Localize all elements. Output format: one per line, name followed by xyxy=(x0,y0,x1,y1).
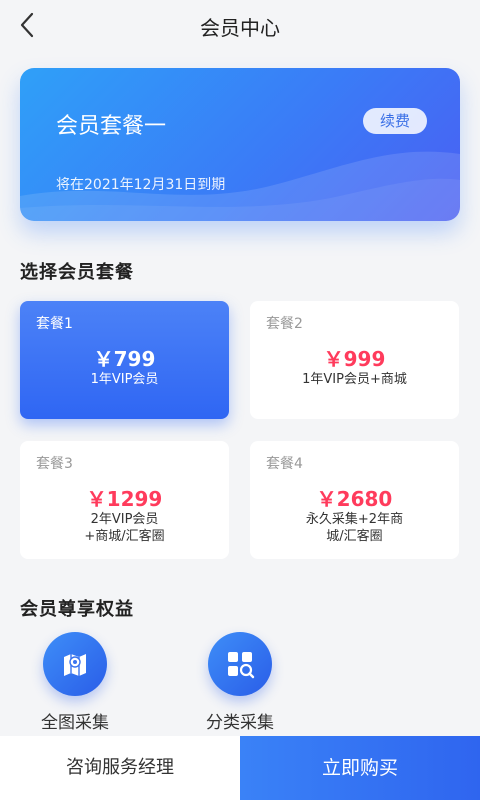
buy-now-button[interactable]: 立即购买 xyxy=(240,736,480,800)
plan-desc-line1: 1年VIP会员 xyxy=(90,372,159,387)
plan-card-4[interactable]: 套餐4 ￥2680 永久采集+2年商 城/汇客圈 xyxy=(250,441,459,559)
plan-name: 套餐3 xyxy=(36,456,73,472)
plan-price: ￥1299 xyxy=(86,487,163,511)
plan-price: ￥999 xyxy=(323,347,386,371)
benefit-label: 全图采集 xyxy=(41,713,109,733)
benefit-label: 分类采集 xyxy=(206,713,274,733)
map-pin-icon xyxy=(64,654,86,676)
plan-name: 套餐4 xyxy=(266,456,303,472)
benefits-section-title: 会员尊享权益 xyxy=(20,599,134,620)
plan-desc-line2: +商城/汇客圈 xyxy=(84,529,165,544)
consult-manager-button[interactable]: 咨询服务经理 xyxy=(0,736,240,800)
plan-price: ￥2680 xyxy=(316,487,393,511)
plan-card-3[interactable]: 套餐3 ￥1299 2年VIP会员 +商城/汇客圈 xyxy=(20,441,229,559)
plan-price: ￥799 xyxy=(93,347,156,371)
benefit-icon-circle xyxy=(43,632,107,696)
plan-name: 套餐1 xyxy=(36,316,73,332)
benefit-full-image-collect[interactable]: 全图采集 xyxy=(27,632,123,733)
expire-text: 将在2021年12月31日到期 xyxy=(56,177,226,193)
bottom-action-bar: 咨询服务经理 立即购买 xyxy=(0,736,480,800)
top-bar: 会员中心 xyxy=(0,0,480,50)
plan-name: 套餐2 xyxy=(266,316,303,332)
benefit-category-collect[interactable]: 分类采集 xyxy=(192,632,288,733)
plans-section-title: 选择会员套餐 xyxy=(20,262,134,283)
plan-card-2[interactable]: 套餐2 ￥999 1年VIP会员+商城 xyxy=(250,301,459,419)
category-search-icon xyxy=(228,652,255,679)
plan-desc-line1: 1年VIP会员+商城 xyxy=(302,372,407,387)
plan-description: 1年VIP会员 xyxy=(20,371,229,388)
plan-card-1[interactable]: 套餐1 ￥799 1年VIP会员 xyxy=(20,301,229,419)
plan-description: 2年VIP会员 +商城/汇客圈 xyxy=(20,511,229,545)
member-plan-title: 会员套餐一 xyxy=(56,114,167,139)
member-card: 会员套餐一 续费 将在2021年12月31日到期 xyxy=(20,68,460,221)
plan-description: 1年VIP会员+商城 xyxy=(250,371,459,388)
card-wave-decoration xyxy=(20,151,460,221)
plan-desc-line2: 城/汇客圈 xyxy=(326,529,383,544)
renew-button[interactable]: 续费 xyxy=(363,108,427,134)
page-title: 会员中心 xyxy=(200,16,280,40)
benefit-icon-circle xyxy=(208,632,272,696)
plan-description: 永久采集+2年商 城/汇客圈 xyxy=(250,511,459,545)
plan-desc-line1: 永久采集+2年商 xyxy=(305,512,404,527)
plan-desc-line1: 2年VIP会员 xyxy=(90,512,159,527)
